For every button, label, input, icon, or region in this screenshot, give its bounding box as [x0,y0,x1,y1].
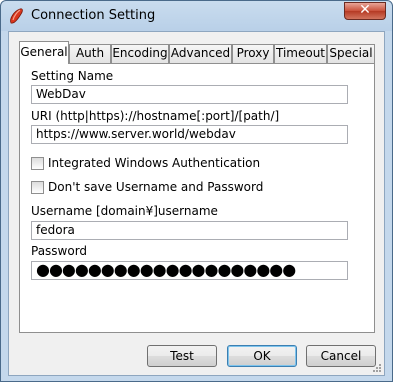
tab-general[interactable]: General [19,41,69,64]
username-field[interactable]: fedora [31,221,348,240]
password-label: Password [31,244,88,258]
test-button[interactable]: Test [147,345,217,367]
app-icon [10,8,23,24]
tab-advanced[interactable]: Advanced [169,44,232,63]
tab-special[interactable]: Special [327,44,375,63]
tab-timeout[interactable]: Timeout [274,44,327,63]
resize-grip-icon[interactable] [372,363,382,373]
ok-button[interactable]: OK [227,345,297,367]
general-panel: Setting Name WebDav URI (http|https)://h… [19,63,375,333]
password-field[interactable]: ●●●●●●●●●●●●●●●●●●●● [31,261,348,280]
username-label: Username [domain¥]username [31,204,218,218]
integrated-auth-label: Integrated Windows Authentication [48,156,261,170]
setting-name-label: Setting Name [31,69,114,83]
close-icon: ✕ [359,2,371,18]
dont-save-label: Don't save Username and Password [48,180,264,194]
uri-field[interactable]: https://www.server.world/webdav [31,125,348,144]
tab-auth[interactable]: Auth [69,44,111,63]
tab-proxy[interactable]: Proxy [232,44,274,63]
dont-save-checkbox[interactable] [31,181,44,194]
tab-encoding[interactable]: Encoding [111,44,169,63]
cancel-button[interactable]: Cancel [306,345,376,367]
title-bar[interactable]: Connection Setting ✕ [1,1,392,31]
uri-label: URI (http|https)://hostname[:port]/[path… [31,109,280,123]
window-title: Connection Setting [31,8,156,23]
close-button[interactable]: ✕ [344,2,386,20]
setting-name-field[interactable]: WebDav [31,85,348,104]
dialog-client-area: General Auth Encoding Advanced Proxy Tim… [8,31,385,376]
integrated-auth-checkbox[interactable] [31,157,44,170]
dialog-window: Connection Setting ✕ General Auth Encodi… [0,0,393,382]
